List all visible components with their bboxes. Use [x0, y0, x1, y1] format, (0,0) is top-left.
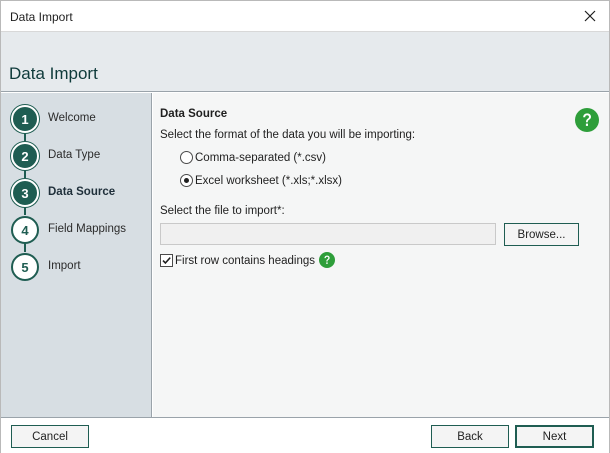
- radio-button[interactable]: [180, 174, 193, 187]
- step-number-badge: 3: [11, 179, 39, 207]
- window-title: Data Import: [10, 10, 73, 24]
- step-data-source[interactable]: 3 Data Source: [1, 175, 152, 215]
- wizard-footer: Cancel Back Next: [1, 417, 609, 453]
- first-row-headings-checkbox[interactable]: First row contains headings: [160, 254, 315, 267]
- step-label: Field Mappings: [48, 223, 126, 235]
- step-welcome[interactable]: 1 Welcome: [1, 101, 152, 141]
- page-title: Data Import: [9, 64, 98, 83]
- step-number-badge: 4: [11, 216, 39, 244]
- close-button[interactable]: [575, 2, 605, 30]
- radio-label: Excel worksheet (*.xls;*.xlsx): [195, 174, 342, 187]
- help-button[interactable]: [575, 108, 599, 132]
- radio-button[interactable]: [180, 151, 193, 164]
- step-label: Import: [48, 260, 81, 272]
- data-import-window: Data Import Data Import 1 Welcome 2 Data…: [0, 0, 610, 453]
- format-prompt: Select the format of the data you will b…: [160, 129, 416, 141]
- format-radio-excel[interactable]: Excel worksheet (*.xls;*.xlsx): [180, 174, 342, 187]
- file-path-input[interactable]: [160, 223, 496, 245]
- step-number-badge: 2: [11, 142, 39, 170]
- help-icon: [575, 108, 599, 132]
- wizard-steps-sidebar: 1 Welcome 2 Data Type 3 Data Source 4 Fi…: [1, 93, 152, 417]
- step-field-mappings[interactable]: 4 Field Mappings: [1, 212, 152, 252]
- file-field-label: Select the file to import*:: [160, 205, 285, 217]
- checkbox[interactable]: [160, 254, 173, 267]
- section-title: Data Source: [160, 108, 228, 120]
- back-button[interactable]: Back: [431, 425, 509, 448]
- step-data-type[interactable]: 2 Data Type: [1, 138, 152, 178]
- next-button[interactable]: Next: [515, 425, 594, 448]
- step-number-badge: 5: [11, 253, 39, 281]
- format-radio-csv[interactable]: Comma-separated (*.csv): [180, 151, 326, 164]
- radio-label: Comma-separated (*.csv): [195, 151, 327, 164]
- checkmark-icon: [162, 257, 171, 265]
- help-icon: [319, 252, 335, 268]
- checkbox-label: First row contains headings: [175, 254, 315, 267]
- wizard-header: Data Import: [1, 32, 609, 92]
- step-import[interactable]: 5 Import: [1, 249, 152, 285]
- step-label: Data Source: [48, 186, 116, 198]
- browse-button[interactable]: Browse...: [504, 223, 579, 246]
- step-number-badge: 1: [11, 105, 39, 133]
- step-label: Welcome: [48, 112, 96, 124]
- title-bar: Data Import: [1, 1, 609, 32]
- close-icon: [584, 10, 596, 22]
- data-source-panel: Data Source Select the format of the dat…: [153, 93, 609, 417]
- cancel-button[interactable]: Cancel: [11, 425, 89, 448]
- headings-help-button[interactable]: [319, 252, 335, 268]
- step-label: Data Type: [48, 149, 101, 161]
